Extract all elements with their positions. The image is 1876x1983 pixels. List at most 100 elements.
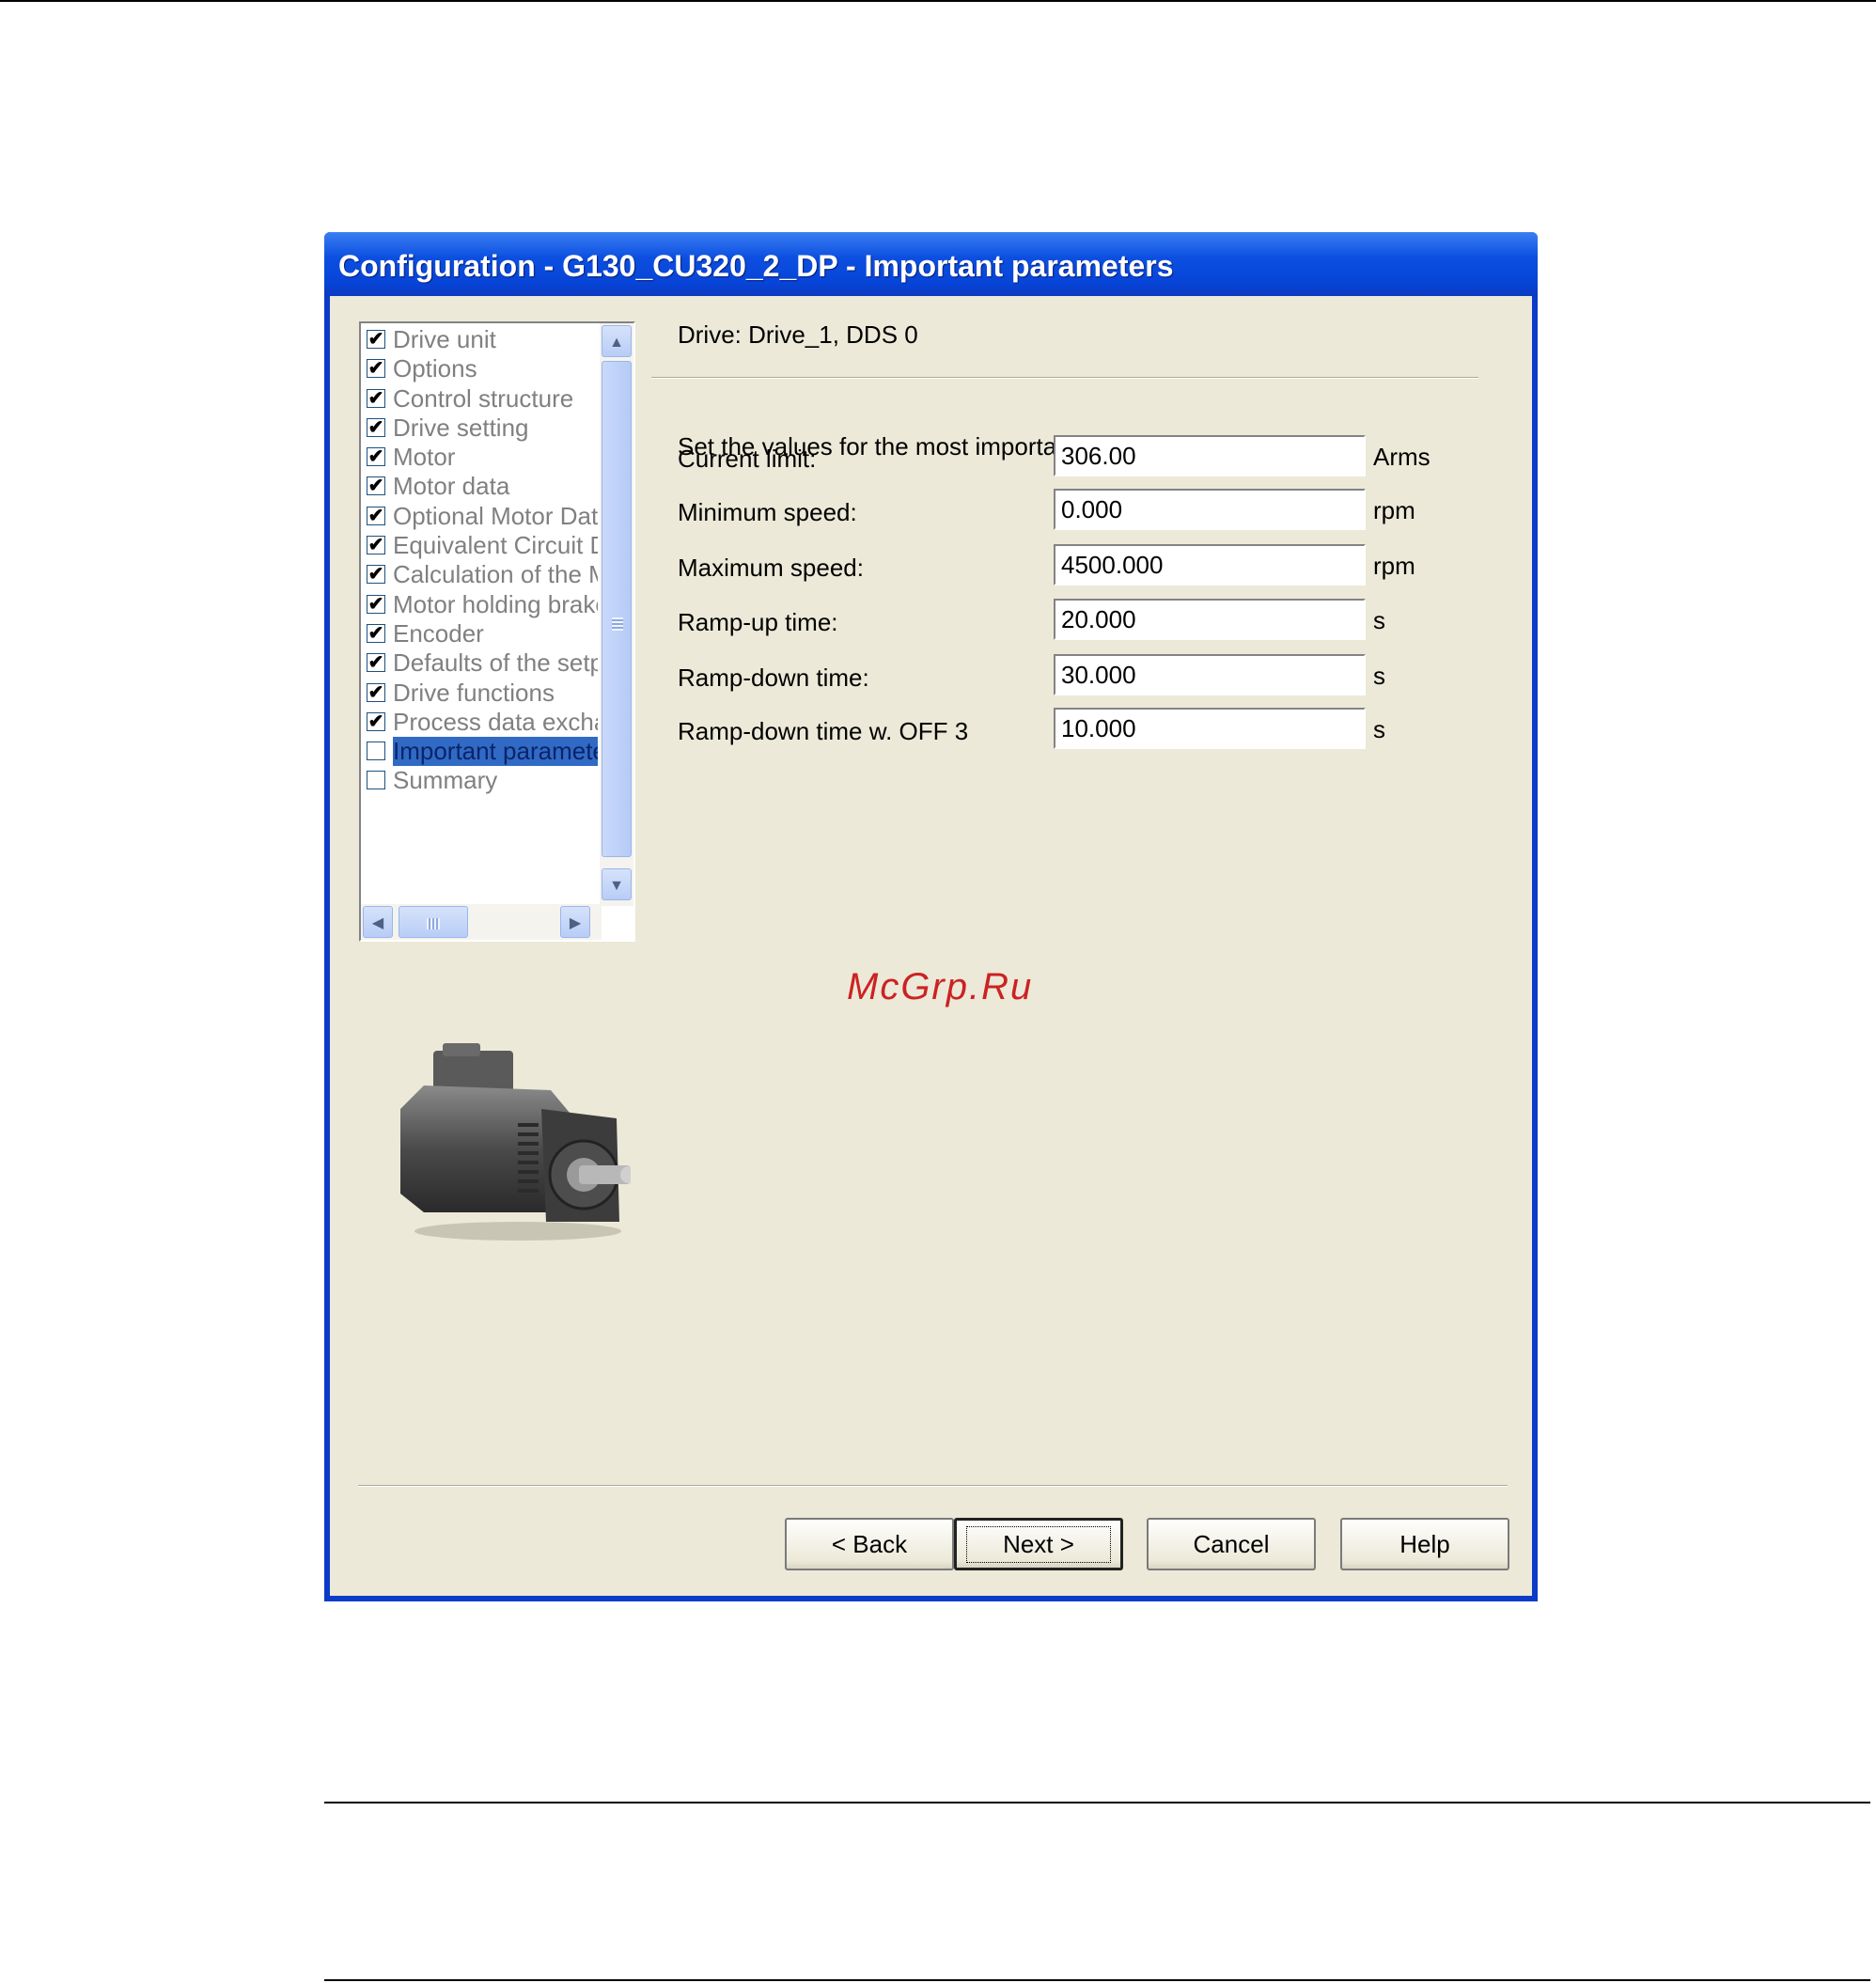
back-button[interactable]: < Back — [785, 1518, 954, 1570]
window-title: Configuration - G130_CU320_2_DP - Import… — [338, 249, 1174, 283]
parameter-row: Ramp-down time: s — [678, 654, 1477, 695]
checkbox-checked-icon[interactable]: ✔ — [367, 594, 385, 614]
checkbox-checked-icon[interactable]: ✔ — [367, 653, 385, 673]
tree-item-label: Process data excha — [393, 707, 598, 736]
parameter-label: Maximum speed: — [678, 554, 864, 582]
tree-item[interactable]: ✔ Drive setting — [363, 414, 598, 443]
checkbox-checked-icon[interactable]: ✔ — [367, 536, 385, 555]
parameter-unit: rpm — [1373, 496, 1415, 524]
chevron-left-icon: ◀ — [371, 915, 384, 931]
tree-item[interactable]: ✔ Calculation of the M — [363, 560, 598, 589]
parameter-label: Current limit: — [678, 445, 817, 473]
tree-item[interactable]: ✔ Motor — [363, 443, 598, 472]
parameter-row: Ramp-up time: s — [678, 599, 1477, 640]
tree-item-label: Motor data — [393, 472, 510, 501]
tree-horizontal-scrollbar[interactable]: ◀ ▶ — [361, 904, 602, 940]
tree-item-label: Important paramete — [393, 737, 598, 767]
tree-item-label: Control structure — [393, 383, 574, 413]
cancel-button[interactable]: Cancel — [1147, 1518, 1316, 1570]
parameter-label: Minimum speed: — [678, 498, 857, 526]
tree-item[interactable]: ✔ Control structure — [363, 384, 598, 414]
tree-item-label: Defaults of the setp — [393, 648, 598, 678]
tree-item[interactable]: ✔ Process data excha — [363, 708, 598, 737]
tree-item-label: Drive setting — [393, 413, 529, 442]
horizontal-scroll-thumb[interactable] — [399, 906, 468, 938]
tree-item[interactable]: ✔ Motor data — [363, 472, 598, 501]
parameter-input[interactable] — [1054, 654, 1366, 695]
parameter-input[interactable] — [1054, 435, 1366, 476]
dialog-client-area: ✔ Drive unit ✔ Options ✔ Control structure ✔ Dr… — [330, 296, 1532, 1596]
checkbox-unchecked-icon[interactable] — [367, 771, 385, 790]
parameter-unit: rpm — [1373, 552, 1415, 580]
page-top-rule — [0, 0, 1876, 2]
vertical-scroll-thumb[interactable] — [602, 361, 632, 857]
tree-item[interactable]: ✔ Options — [363, 354, 598, 383]
chevron-down-icon: ▼ — [609, 878, 624, 894]
parameter-input[interactable] — [1054, 599, 1366, 640]
header-separator — [651, 377, 1478, 379]
page-divider-rule — [324, 1802, 1870, 1803]
tree-item[interactable]: ✔ Optional Motor Dat — [363, 502, 598, 531]
tree-item-label: Motor — [393, 443, 456, 472]
checkbox-checked-icon[interactable]: ✔ — [367, 417, 385, 437]
scroll-up-button[interactable]: ▲ — [602, 325, 632, 357]
chevron-right-icon: ▶ — [569, 915, 582, 931]
checkbox-checked-icon[interactable]: ✔ — [367, 682, 385, 702]
next-button[interactable]: Next > — [954, 1518, 1123, 1570]
parameter-row: Maximum speed: rpm — [678, 544, 1477, 586]
tree-item-label: Motor holding brake — [393, 589, 598, 618]
tree-item-label: Summary — [393, 766, 498, 795]
next-button-label: Next > — [966, 1525, 1111, 1563]
title-bar[interactable]: Configuration - G130_CU320_2_DP - Import… — [324, 232, 1538, 296]
tree-item-label: Equivalent Circuit D — [393, 531, 598, 560]
grip-icon — [427, 918, 440, 929]
tree-item[interactable]: ✔ Encoder — [363, 619, 598, 648]
scroll-right-button[interactable]: ▶ — [560, 906, 590, 938]
page-bottom-rule — [324, 1979, 1870, 1981]
parameter-unit: Arms — [1373, 443, 1430, 471]
checkbox-checked-icon[interactable]: ✔ — [367, 447, 385, 467]
parameter-input[interactable] — [1054, 489, 1366, 530]
checkbox-checked-icon[interactable]: ✔ — [367, 359, 385, 379]
tree-item[interactable]: ✔ Defaults of the setp — [363, 648, 598, 678]
checkbox-checked-icon[interactable]: ✔ — [367, 565, 385, 585]
checkbox-checked-icon[interactable]: ✔ — [367, 623, 385, 643]
tree-item-label: Options — [393, 354, 477, 383]
checkbox-unchecked-icon[interactable] — [367, 742, 385, 761]
tree-item-label: Encoder — [393, 618, 484, 648]
tree-item[interactable]: Important paramete — [363, 737, 598, 767]
checkbox-checked-icon[interactable]: ✔ — [367, 476, 385, 496]
tree-item[interactable]: ✔ Drive unit — [363, 325, 598, 354]
scroll-left-button[interactable]: ◀ — [363, 906, 393, 938]
parameter-unit: s — [1373, 662, 1385, 690]
checkbox-checked-icon[interactable]: ✔ — [367, 506, 385, 525]
parameter-row: Ramp-down time w. OFF 3 s — [678, 708, 1477, 749]
chevron-up-icon: ▲ — [609, 335, 624, 351]
parameter-row: Current limit: Arms — [678, 435, 1477, 476]
tree-item[interactable]: ✔ Equivalent Circuit D — [363, 531, 598, 560]
parameter-input[interactable] — [1054, 708, 1366, 749]
configuration-dialog: Configuration - G130_CU320_2_DP - Import… — [324, 232, 1538, 1601]
tree-vertical-scrollbar[interactable]: ▲ ▼ — [600, 323, 633, 906]
tree-item-label: Drive functions — [393, 678, 555, 707]
parameter-input[interactable] — [1054, 544, 1366, 586]
parameter-row: Minimum speed: rpm — [678, 489, 1477, 530]
parameter-unit: s — [1373, 715, 1385, 743]
checkbox-checked-icon[interactable]: ✔ — [367, 330, 385, 349]
parameter-label: Ramp-down time w. OFF 3 — [678, 717, 969, 745]
watermark: McGrp.Ru — [847, 966, 1034, 1007]
tree-list: ✔ Drive unit ✔ Options ✔ Control structure ✔ Dr… — [363, 325, 598, 796]
tree-item[interactable]: ✔ Drive functions — [363, 679, 598, 708]
tree-item-label: Drive unit — [393, 325, 496, 353]
tree-item-label: Calculation of the M — [393, 560, 598, 589]
checkbox-checked-icon[interactable]: ✔ — [367, 711, 385, 731]
tree-item[interactable]: Summary — [363, 766, 598, 795]
help-button[interactable]: Help — [1340, 1518, 1509, 1570]
tree-item-label: Optional Motor Dat — [393, 501, 598, 530]
checkbox-checked-icon[interactable]: ✔ — [367, 388, 385, 408]
tree-item[interactable]: ✔ Motor holding brake — [363, 590, 598, 619]
wizard-steps-tree[interactable]: ✔ Drive unit ✔ Options ✔ Control structure ✔ Dr… — [359, 321, 635, 942]
scroll-down-button[interactable]: ▼ — [602, 868, 632, 900]
parameter-label: Ramp-down time: — [678, 664, 869, 692]
drive-label: Drive: Drive_1, DDS 0 — [678, 320, 918, 349]
